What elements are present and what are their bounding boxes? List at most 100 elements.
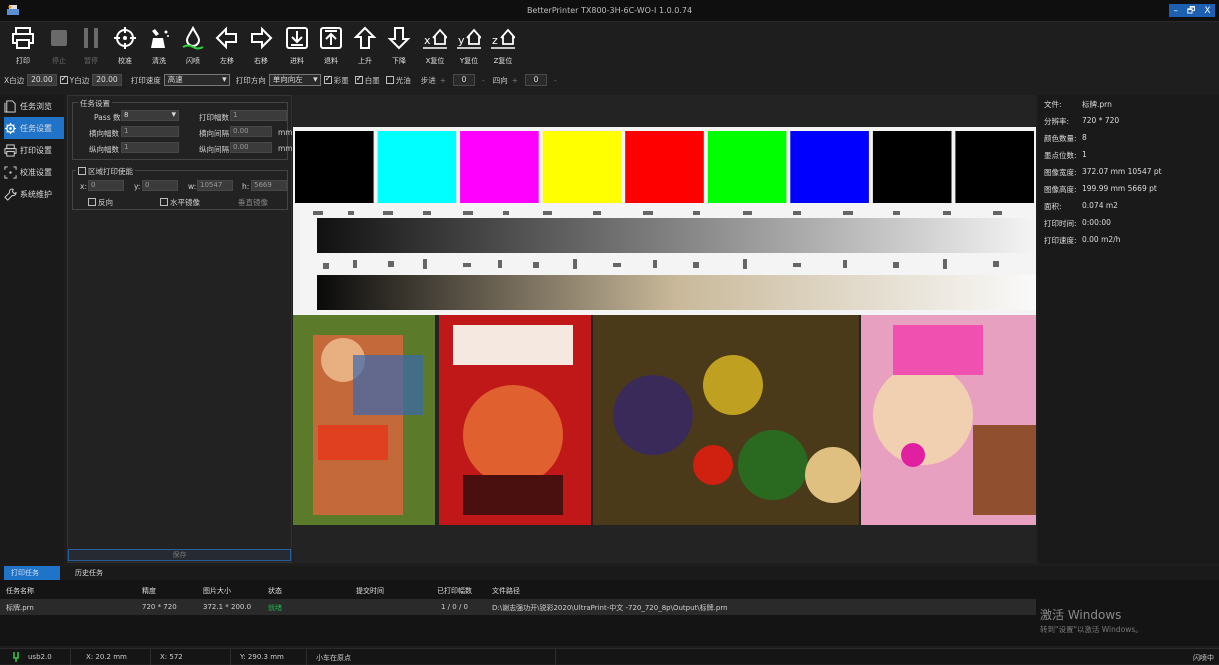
task-settings-group-title: 任务设置 — [78, 98, 112, 109]
feed-out-label: 退料 — [324, 57, 338, 65]
pass-select[interactable]: 8 — [121, 110, 179, 121]
z-reset-button[interactable]: z Z复位 — [486, 22, 520, 70]
info-value: 199.99 mm 5669 pt — [1082, 184, 1157, 193]
h-label: h: — [242, 182, 250, 191]
w-input[interactable]: 10547 — [197, 180, 233, 191]
step-input[interactable]: 0 — [453, 74, 475, 86]
wrench-icon — [4, 187, 17, 201]
job-tabs: 打印任务 历史任务 — [0, 566, 1219, 580]
info-row: 图像高度: 199.99 mm 5669 pt — [1044, 184, 1157, 195]
crosshair-icon — [114, 27, 136, 49]
color-ink-checkbox[interactable] — [323, 74, 332, 84]
close-button[interactable]: X — [1204, 6, 1210, 16]
info-value: 720 * 720 — [1082, 116, 1120, 125]
info-row: 图像宽度: 372.07 mm 10547 pt — [1044, 167, 1162, 178]
feed-out-button[interactable]: 退料 — [314, 22, 348, 70]
minimize-button[interactable]: – — [1173, 6, 1178, 16]
print-button[interactable]: 打印 — [6, 22, 40, 70]
main-toolbar: 打印 停止 暂停 校准 清洗 闪喷 左移 右移 进料 退料 上升 下降 x X复… — [0, 22, 1219, 70]
raise-button[interactable]: 上升 — [348, 22, 382, 70]
col-header: 已打印幅数 — [437, 587, 472, 595]
nav-calibration-settings-label: 校准设置 — [20, 167, 52, 177]
direction-select[interactable]: 单向向左 — [268, 74, 321, 86]
feed-in-button[interactable]: 进料 — [280, 22, 314, 70]
h-input[interactable]: 5669 — [251, 180, 287, 191]
horizontal-count-input[interactable]: 1 — [121, 126, 179, 137]
task-settings-panel: 任务设置 Pass 数 8 打印幅数 1 横向幅数 1 横向间隔 0.00 mm… — [67, 95, 293, 563]
fourway-plus-button[interactable]: + — [512, 76, 518, 85]
flash-spray-button[interactable]: 闪喷 — [176, 22, 210, 70]
stop-button[interactable]: 停止 — [42, 22, 76, 70]
param-row: X白边 20.00 Y白边 20.00 打印速度 高速 打印方向 单向向左 彩墨… — [0, 72, 1219, 88]
nav-task-settings-label: 任务设置 — [20, 123, 52, 133]
x-reset-button[interactable]: x X复位 — [418, 22, 452, 70]
info-key: 墨点位数: — [1044, 151, 1077, 160]
svg-text:y: y — [458, 34, 465, 47]
horizontal-gap-unit: mm — [278, 128, 293, 137]
lower-label: 下降 — [392, 57, 406, 65]
x-coord-input[interactable]: 0 — [88, 180, 124, 191]
info-row: 颜色数量: 8 — [1044, 133, 1087, 144]
nav-print-settings[interactable]: 打印设置 — [4, 139, 64, 161]
y-margin-input[interactable]: 20.00 — [92, 74, 122, 86]
nav-task-settings[interactable]: 任务设置 — [4, 117, 64, 139]
y-reset-label: Y复位 — [459, 57, 479, 65]
calibrate-label: 校准 — [118, 57, 132, 65]
activate-windows-subtitle: 转到"设置"以激活 Windows。 — [1040, 625, 1143, 634]
vertical-gap-input[interactable]: 0.00 — [230, 142, 272, 153]
info-value: 0:00:00 — [1082, 218, 1111, 227]
calibrate-button[interactable]: 校准 — [108, 22, 142, 70]
move-right-button[interactable]: 右移 — [244, 22, 278, 70]
white-ink-checkbox[interactable] — [354, 74, 363, 84]
cell-size: 372.1 * 200.0 — [203, 603, 252, 611]
save-button[interactable]: 保存 — [68, 549, 291, 561]
pass-label: Pass 数 — [94, 113, 121, 122]
table-row[interactable]: 标牌.prn 720 * 720 372.1 * 200.0 就绪 1 / 0 … — [0, 599, 1036, 615]
fourway-input[interactable]: 0 — [525, 74, 548, 86]
info-row: 文件: 标牌.prn — [1044, 99, 1112, 110]
horizontal-gap-label: 横向间隔 — [199, 129, 229, 138]
cart-status: 小车在原点 — [316, 654, 351, 662]
clean-label: 清洗 — [152, 57, 166, 65]
step-minus-button[interactable]: - — [482, 76, 485, 85]
y-coord-input[interactable]: 0 — [142, 180, 178, 191]
horizontal-gap-input[interactable]: 0.00 — [230, 126, 272, 137]
restore-button[interactable]: 🗗 — [1187, 3, 1195, 19]
gloss-label: 光油 — [395, 75, 411, 85]
pause-button[interactable]: 暂停 — [74, 22, 108, 70]
col-header: 提交时间 — [356, 587, 384, 595]
nav-task-browse[interactable]: 任务浏览 — [4, 95, 64, 117]
copies-input[interactable]: 1 — [230, 110, 287, 121]
tab-history-jobs[interactable]: 历史任务 — [68, 566, 110, 580]
vertical-mirror-label[interactable]: 垂直镜像 — [238, 197, 268, 208]
nav-calibration-settings[interactable]: 校准设置 — [4, 161, 64, 183]
gloss-checkbox[interactable] — [385, 76, 394, 84]
tab-print-jobs[interactable]: 打印任务 — [4, 566, 60, 580]
color-swatch — [377, 131, 457, 203]
print-preview — [293, 95, 1036, 563]
color-swatch — [790, 131, 869, 203]
col-header: 文件路径 — [492, 587, 520, 595]
stop-label: 停止 — [52, 57, 66, 65]
gray-gradient-bar — [317, 218, 1036, 253]
reverse-toggle[interactable]: 反向 — [88, 197, 113, 208]
info-key: 打印时间: — [1044, 219, 1077, 228]
nav-system-maintenance[interactable]: 系统维护 — [4, 183, 64, 205]
vertical-count-input[interactable]: 1 — [121, 142, 179, 153]
x-margin-input[interactable]: 20.00 — [27, 74, 57, 86]
step-plus-button[interactable]: + — [440, 76, 446, 85]
color-swatch — [707, 131, 787, 203]
speed-label: 打印速度 — [130, 75, 161, 85]
speed-select[interactable]: 高速 — [163, 74, 230, 86]
cell-printed: 1 / 0 / 0 — [441, 603, 468, 611]
y-reset-button[interactable]: y Y复位 — [452, 22, 486, 70]
region-print-toggle[interactable]: 区域打印使能 — [76, 166, 135, 177]
move-left-button[interactable]: 左移 — [210, 22, 244, 70]
clean-button[interactable]: 清洗 — [142, 22, 176, 70]
feed-out-icon — [320, 27, 342, 49]
y-margin-checkbox[interactable] — [59, 74, 68, 84]
horizontal-mirror-toggle[interactable]: 水平镜像 — [160, 197, 200, 208]
fourway-minus-button[interactable]: - — [554, 76, 557, 85]
lower-button[interactable]: 下降 — [382, 22, 416, 70]
y-mm-readout: Y: 290.3 mm — [240, 653, 284, 661]
